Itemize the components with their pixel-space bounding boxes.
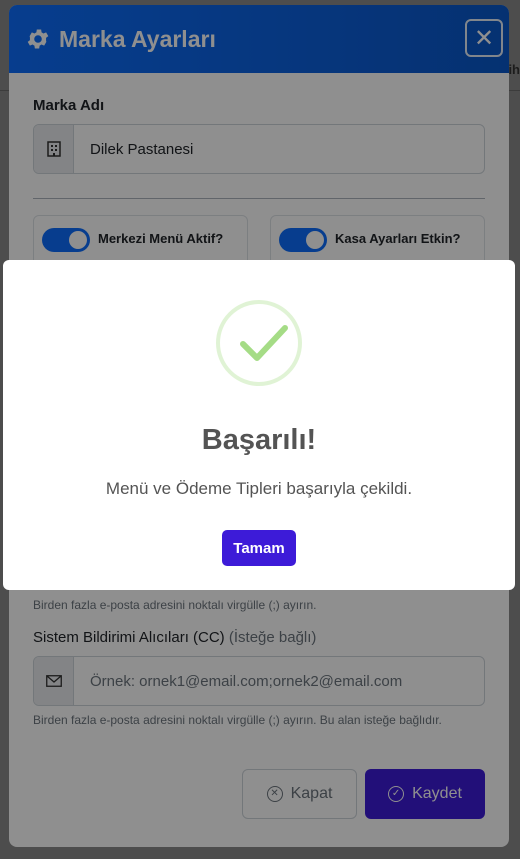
success-alert: Başarılı! Menü ve Ödeme Tipleri başarıyl… [3, 260, 515, 590]
ok-button[interactable]: Tamam [222, 530, 296, 566]
success-check-icon [216, 300, 302, 386]
alert-title: Başarılı! [201, 424, 317, 456]
alert-message: Menü ve Ödeme Tipleri başarıyla çekildi. [105, 479, 413, 498]
